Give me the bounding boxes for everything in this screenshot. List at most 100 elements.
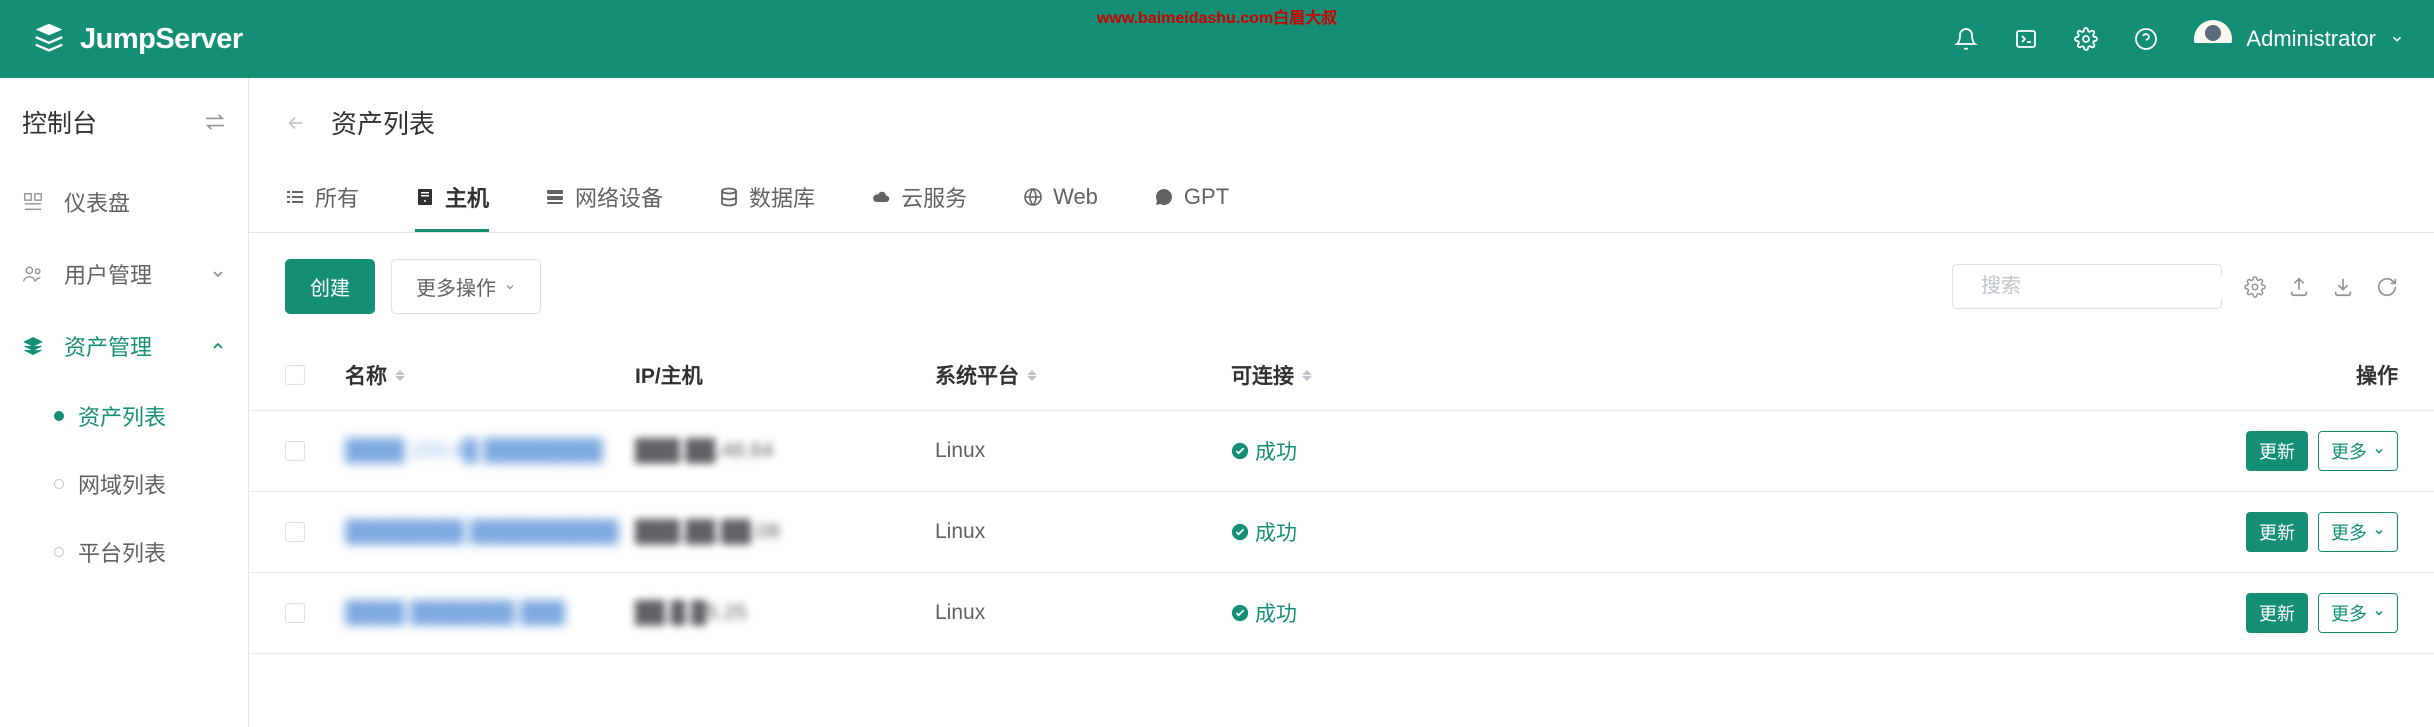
page-header: 资产列表 [249,78,2434,153]
globe-icon [1023,187,1043,207]
search-input[interactable] [1981,275,2246,298]
username: Administrator [2246,26,2376,52]
tab-network[interactable]: 网络设备 [545,171,663,232]
tab-gpt[interactable]: GPT [1154,171,1229,232]
tab-label: 网络设备 [575,181,663,213]
check-circle-icon [1231,442,1249,460]
network-icon [545,187,565,207]
sidebar-item-dashboard[interactable]: 仪表盘 [0,166,248,238]
sidebar-item-assets[interactable]: 资产管理 [0,310,248,382]
user-menu[interactable]: Administrator [2194,20,2404,58]
tab-web[interactable]: Web [1023,171,1098,232]
refresh-icon[interactable] [2376,276,2398,298]
col-name-header[interactable]: 名称 [345,360,387,390]
asset-tabs: 所有 主机 网络设备 数据库 云服务 Web [249,171,2434,233]
row-checkbox[interactable] [285,603,305,623]
more-actions-label: 更多操作 [416,272,496,301]
tab-cloud[interactable]: 云服务 [871,171,967,232]
row-checkbox[interactable] [285,441,305,461]
table-row: ████████.██████████ ███.██.██.08 Linux 成… [249,492,2434,573]
tab-label: 数据库 [749,181,815,213]
swap-icon[interactable] [204,113,226,131]
back-arrow-icon[interactable] [285,112,307,134]
sidebar-item-label: 资产管理 [64,330,152,362]
asset-name[interactable]: ████.███████.███ [345,601,565,625]
more-button[interactable]: 更多 [2318,512,2398,552]
col-actions-header: 操作 [2356,360,2398,390]
table-row: ████.███████.███ ██.█.█5.25 Linux 成功 更新 … [249,573,2434,654]
host-icon [415,187,435,207]
select-all-checkbox[interactable] [285,365,305,385]
gear-icon[interactable] [2244,276,2266,298]
asset-platform: Linux [935,520,985,544]
sidebar-header: 控制台 [0,78,248,166]
sort-icon[interactable] [1302,367,1314,383]
page-title: 资产列表 [331,104,435,141]
create-button[interactable]: 创建 [285,259,375,314]
status-badge: 成功 [1231,436,1297,466]
check-circle-icon [1231,604,1249,622]
tab-host[interactable]: 主机 [415,171,489,232]
main-content: 资产列表 所有 主机 网络设备 数据库 云服务 [249,78,2434,727]
chevron-down-icon [2373,445,2385,457]
tab-label: 云服务 [901,181,967,213]
database-icon [719,187,739,207]
col-connect-header[interactable]: 可连接 [1231,360,1294,390]
tab-database[interactable]: 数据库 [719,171,815,232]
notification-icon[interactable] [1954,27,1978,51]
chevron-down-icon [210,266,226,282]
asset-ip: ███.██.██.08 [635,520,780,543]
check-circle-icon [1231,523,1249,541]
sidebar: 控制台 仪表盘 用户管理 [0,78,249,727]
logo-icon [30,20,68,58]
tab-label: 主机 [445,181,489,213]
chevron-down-icon [2373,607,2385,619]
download-icon[interactable] [2332,276,2354,298]
more-button[interactable]: 更多 [2318,593,2398,633]
table-row: ████ 153.4█ ████████ ███.██.48.64 Linux … [249,411,2434,492]
search-box[interactable] [1952,264,2222,309]
toolbar: 创建 更多操作 [249,233,2434,340]
asset-ip: ██.█.█5.25 [635,601,747,624]
chevron-up-icon [210,338,226,354]
upload-icon[interactable] [2288,276,2310,298]
more-actions-button[interactable]: 更多操作 [391,259,541,314]
row-checkbox[interactable] [285,522,305,542]
sort-icon[interactable] [1027,367,1039,383]
layers-icon [22,335,44,357]
col-platform-header[interactable]: 系统平台 [935,360,1019,390]
terminal-icon[interactable] [2014,27,2038,51]
chevron-down-icon [2390,32,2404,46]
sidebar-submenu: 资产列表 网域列表 平台列表 [0,382,248,586]
chevron-down-icon [2373,526,2385,538]
sidebar-item-users[interactable]: 用户管理 [0,238,248,310]
watermark-text: www.baimeidashu.com白眉大叔 [1097,4,1337,28]
update-button[interactable]: 更新 [2246,431,2308,471]
more-button[interactable]: 更多 [2318,431,2398,471]
logo[interactable]: JumpServer [30,20,243,58]
tab-all[interactable]: 所有 [285,171,359,232]
settings-icon[interactable] [2074,27,2098,51]
sidebar-item-label: 用户管理 [64,258,152,290]
chat-icon [1154,187,1174,207]
cloud-icon [871,187,891,207]
table-header: 名称 IP/主机 系统平台 可连接 操作 [249,340,2434,411]
sidebar-sub-platform-list[interactable]: 平台列表 [54,518,248,586]
update-button[interactable]: 更新 [2246,593,2308,633]
status-badge: 成功 [1231,598,1297,628]
asset-name[interactable]: ████████.██████████ [345,520,619,544]
list-icon [285,187,305,207]
tab-label: Web [1053,184,1098,210]
sidebar-sub-domain-list[interactable]: 网域列表 [54,450,248,518]
sidebar-sub-label: 平台列表 [78,536,166,568]
sort-icon[interactable] [395,367,407,383]
sidebar-sub-label: 资产列表 [78,400,166,432]
sidebar-sub-label: 网域列表 [78,468,166,500]
avatar [2194,20,2232,58]
asset-name[interactable]: ████ 153.4█ ████████ [345,439,603,463]
help-icon[interactable] [2134,27,2158,51]
dashboard-icon [22,191,44,213]
update-button[interactable]: 更新 [2246,512,2308,552]
asset-table: 名称 IP/主机 系统平台 可连接 操作 ████ 153.4█ ███████… [249,340,2434,654]
sidebar-sub-asset-list[interactable]: 资产列表 [54,382,248,450]
